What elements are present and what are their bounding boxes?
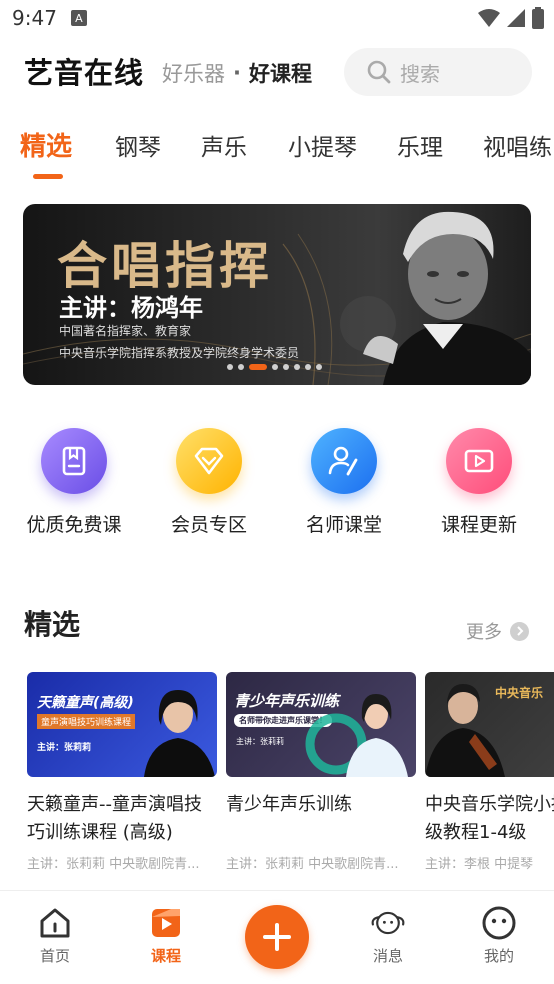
message-icon (370, 905, 406, 941)
more-link[interactable]: 更多 (466, 618, 529, 644)
pagination-dot[interactable] (227, 364, 233, 370)
slogan-instruments: 好乐器 (162, 62, 225, 86)
app-header: 艺音在线 好乐器 · 好课程 搜索 (0, 44, 554, 100)
status-bar: 9:47 A (0, 0, 554, 36)
quick-entry-master-class[interactable]: 名师课堂 (284, 428, 404, 537)
slogan-courses: 好课程 (248, 62, 312, 86)
course-card[interactable]: 青少年声乐训练 名师带你走进声乐课堂！ 主讲：张莉莉 青少年声乐训练 主讲：张莉… (226, 672, 416, 872)
profile-icon (481, 905, 517, 941)
course-thumbnail: 天籁童声(高级) 童声演唱技巧训练课程 主讲：张莉莉 (27, 672, 217, 777)
course-thumbnail: 中央音乐 (425, 672, 554, 777)
thumb-decoration (305, 694, 408, 777)
book-icon (41, 428, 107, 494)
course-title: 中央音乐学院小提琴考级教程1-4级 (425, 794, 554, 843)
nav-label: 课程 (150, 947, 181, 965)
nav-label: 首页 (39, 947, 70, 965)
plus-icon (263, 923, 291, 951)
app-slogan: 好乐器 · 好课程 (162, 58, 312, 88)
pagination-dot[interactable] (316, 364, 322, 370)
teacher-icon (311, 428, 377, 494)
course-title: 天籁童声--童声演唱技巧训练课程 (高级) (27, 794, 202, 843)
tab-indicator (33, 174, 63, 179)
status-time: 9:47 (12, 6, 57, 30)
quick-entries: 优质免费课 会员专区 名师课堂 课程更新 (0, 428, 554, 548)
course-subtitle: 主讲：张莉莉 中央歌剧院青... (226, 857, 399, 872)
category-tabs: 精选 钢琴 声乐 小提琴 乐理 视唱练 (0, 124, 554, 184)
video-icon (446, 428, 512, 494)
slogan-separator: · (233, 61, 241, 85)
diamond-icon (176, 428, 242, 494)
quick-entry-label: 名师课堂 (305, 514, 382, 536)
course-list: 天籁童声(高级) 童声演唱技巧训练课程 主讲：张莉莉 天籁童声--童声演唱技巧训… (0, 672, 554, 872)
course-icon (148, 905, 184, 941)
thumb-title: 天籁童声(高级) (37, 695, 134, 711)
pagination-dot[interactable] (238, 364, 244, 370)
banner-carousel[interactable]: 合唱指挥 主讲：杨鸿年 中国著名指挥家、教育家 中央音乐学院指挥系教授及学院终身… (23, 204, 531, 385)
add-button[interactable] (245, 905, 309, 969)
home-icon (37, 905, 73, 941)
quick-entry-label: 会员专区 (170, 514, 247, 536)
notification-a-icon: A (70, 10, 87, 26)
status-icons (478, 7, 544, 29)
pagination-dot-active[interactable] (249, 364, 267, 370)
tab-violin[interactable]: 小提琴 (288, 128, 357, 162)
quick-entry-label: 课程更新 (440, 514, 517, 536)
tab-solfege[interactable]: 视唱练 (483, 128, 552, 162)
course-title: 青少年声乐训练 (226, 794, 352, 815)
pagination-dot[interactable] (283, 364, 289, 370)
course-subtitle: 主讲：张莉莉 中央歌剧院青... (27, 857, 200, 872)
quick-entry-free-courses[interactable]: 优质免费课 (14, 428, 134, 537)
course-card[interactable]: 天籁童声(高级) 童声演唱技巧训练课程 主讲：张莉莉 天籁童声--童声演唱技巧训… (27, 672, 217, 872)
course-card[interactable]: 中央音乐 中央音乐学院小提琴考级教程1-4级 主讲：李根 中提琴 (425, 672, 554, 872)
nav-label: 消息 (372, 947, 403, 965)
search-input[interactable]: 搜索 (344, 48, 532, 96)
pagination-dot[interactable] (272, 364, 278, 370)
quick-entry-course-updates[interactable]: 课程更新 (419, 428, 539, 537)
banner-portrait (363, 211, 531, 385)
nav-messages[interactable]: 消息 (348, 905, 428, 966)
banner-description-line2: 中央音乐学院指挥系教授及学院终身学术委员 (59, 346, 300, 360)
battery-icon (532, 7, 544, 29)
thumb-portrait (425, 684, 505, 777)
banner-speaker: 主讲：杨鸿年 (59, 294, 203, 322)
quick-entry-vip[interactable]: 会员专区 (149, 428, 269, 537)
course-subtitle: 主讲：李根 中提琴 (425, 857, 534, 872)
section-title: 精选 (24, 608, 81, 641)
tab-vocal[interactable]: 声乐 (201, 128, 247, 162)
quick-entry-label: 优质免费课 (26, 514, 122, 536)
chevron-right-icon (510, 621, 529, 641)
course-thumbnail: 青少年声乐训练 名师带你走进声乐课堂！ 主讲：张莉莉 (226, 672, 416, 777)
thumb-subtitle: 童声演唱技巧训练课程 (37, 714, 136, 729)
signal-icon (507, 9, 525, 27)
search-icon (367, 60, 391, 84)
bottom-nav: 首页 课程 消息 我的 (0, 890, 554, 984)
tab-music-theory[interactable]: 乐理 (397, 128, 443, 162)
pagination-dot[interactable] (305, 364, 311, 370)
pagination-dot[interactable] (294, 364, 300, 370)
thumb-speaker: 主讲：张莉莉 (37, 743, 92, 753)
search-placeholder: 搜索 (400, 61, 440, 86)
nav-courses[interactable]: 课程 (126, 905, 206, 966)
banner-pagination (227, 364, 322, 370)
tab-featured[interactable]: 精选 (20, 126, 72, 163)
banner-description-line1: 中国著名指挥家、教育家 (59, 324, 192, 338)
nav-home[interactable]: 首页 (15, 905, 95, 966)
nav-profile[interactable]: 我的 (459, 905, 539, 966)
more-label: 更多 (466, 622, 502, 643)
nav-label: 我的 (483, 947, 514, 965)
wifi-icon (478, 9, 500, 27)
thumb-portrait (144, 690, 215, 777)
app-title: 艺音在线 (24, 56, 145, 90)
tab-piano[interactable]: 钢琴 (115, 128, 161, 162)
